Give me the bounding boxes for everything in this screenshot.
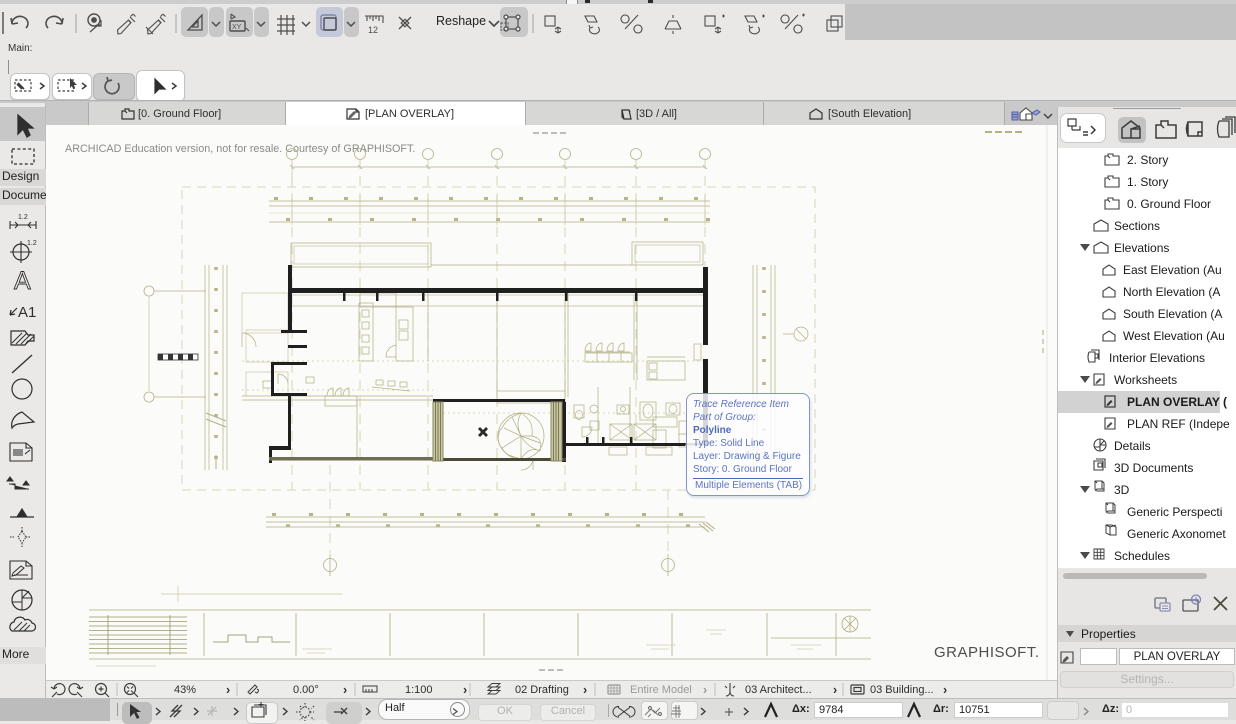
svg-text:A1: A1 [18,304,36,321]
svg-text:1.2: 1.2 [18,214,28,221]
svg-text:XY: XY [232,24,242,31]
svg-text:A: A [14,267,31,295]
svg-text:12: 12 [368,25,378,35]
svg-text:1.2: 1.2 [27,240,37,247]
